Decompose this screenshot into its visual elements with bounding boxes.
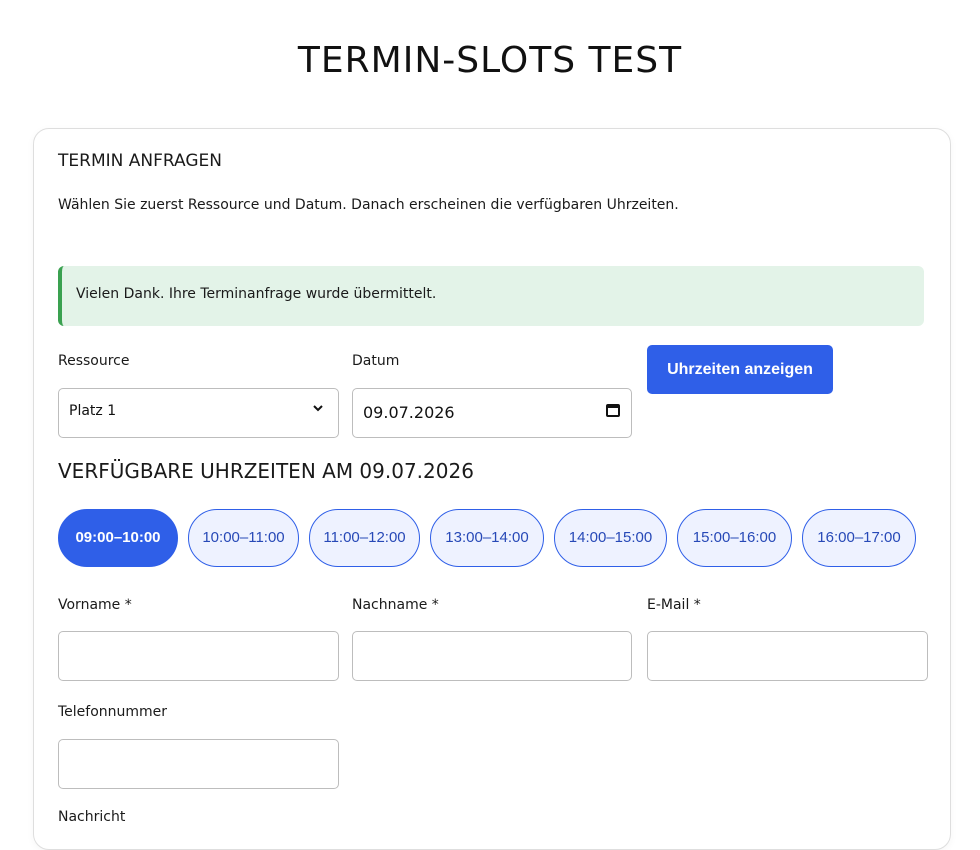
phone-label: Telefonnummer [58,704,168,720]
resource-label: Ressource [58,353,130,369]
date-value: 09.07.2026 [363,403,455,422]
time-slot-button[interactable]: 13:00–14:00 [430,509,544,567]
calendar-icon[interactable] [606,404,620,417]
time-slot-button[interactable]: 14:00–15:00 [554,509,667,567]
resource-select[interactable]: Platz 1 [58,388,339,438]
card-title: TERMIN ANFRAGEN [58,151,222,171]
time-slot-button[interactable]: 10:00–11:00 [188,509,299,567]
last-name-label: Nachname * [352,597,439,613]
chevron-down-icon [312,402,324,418]
first-name-label: Vorname * [58,597,132,613]
show-times-button[interactable]: Uhrzeiten anzeigen [647,345,833,394]
time-slot-button[interactable]: 11:00–12:00 [309,509,420,567]
time-slot-button[interactable]: 16:00–17:00 [802,509,916,567]
resource-select-value: Platz 1 [69,403,117,419]
email-label: E-Mail * [647,597,701,613]
phone-field[interactable] [58,739,339,789]
date-label: Datum [352,353,400,369]
first-name-field[interactable] [58,631,339,681]
time-slot-button[interactable]: 15:00–16:00 [677,509,792,567]
page-title: TERMIN-SLOTS TEST [297,40,683,81]
success-alert: Vielen Dank. Ihre Terminanfrage wurde üb… [58,266,924,326]
message-label: Nachricht [58,809,126,825]
email-field[interactable] [647,631,928,681]
available-times-heading: VERFÜGBARE UHRZEITEN AM 09.07.2026 [58,459,474,483]
time-slot-button[interactable]: 09:00–10:00 [58,509,178,567]
date-input[interactable]: 09.07.2026 [352,388,632,438]
card-intro: Wählen Sie zuerst Ressource und Datum. D… [58,197,679,213]
booking-card: TERMIN ANFRAGEN Wählen Sie zuerst Ressou… [33,128,951,850]
success-message: Vielen Dank. Ihre Terminanfrage wurde üb… [76,286,437,302]
last-name-field[interactable] [352,631,632,681]
